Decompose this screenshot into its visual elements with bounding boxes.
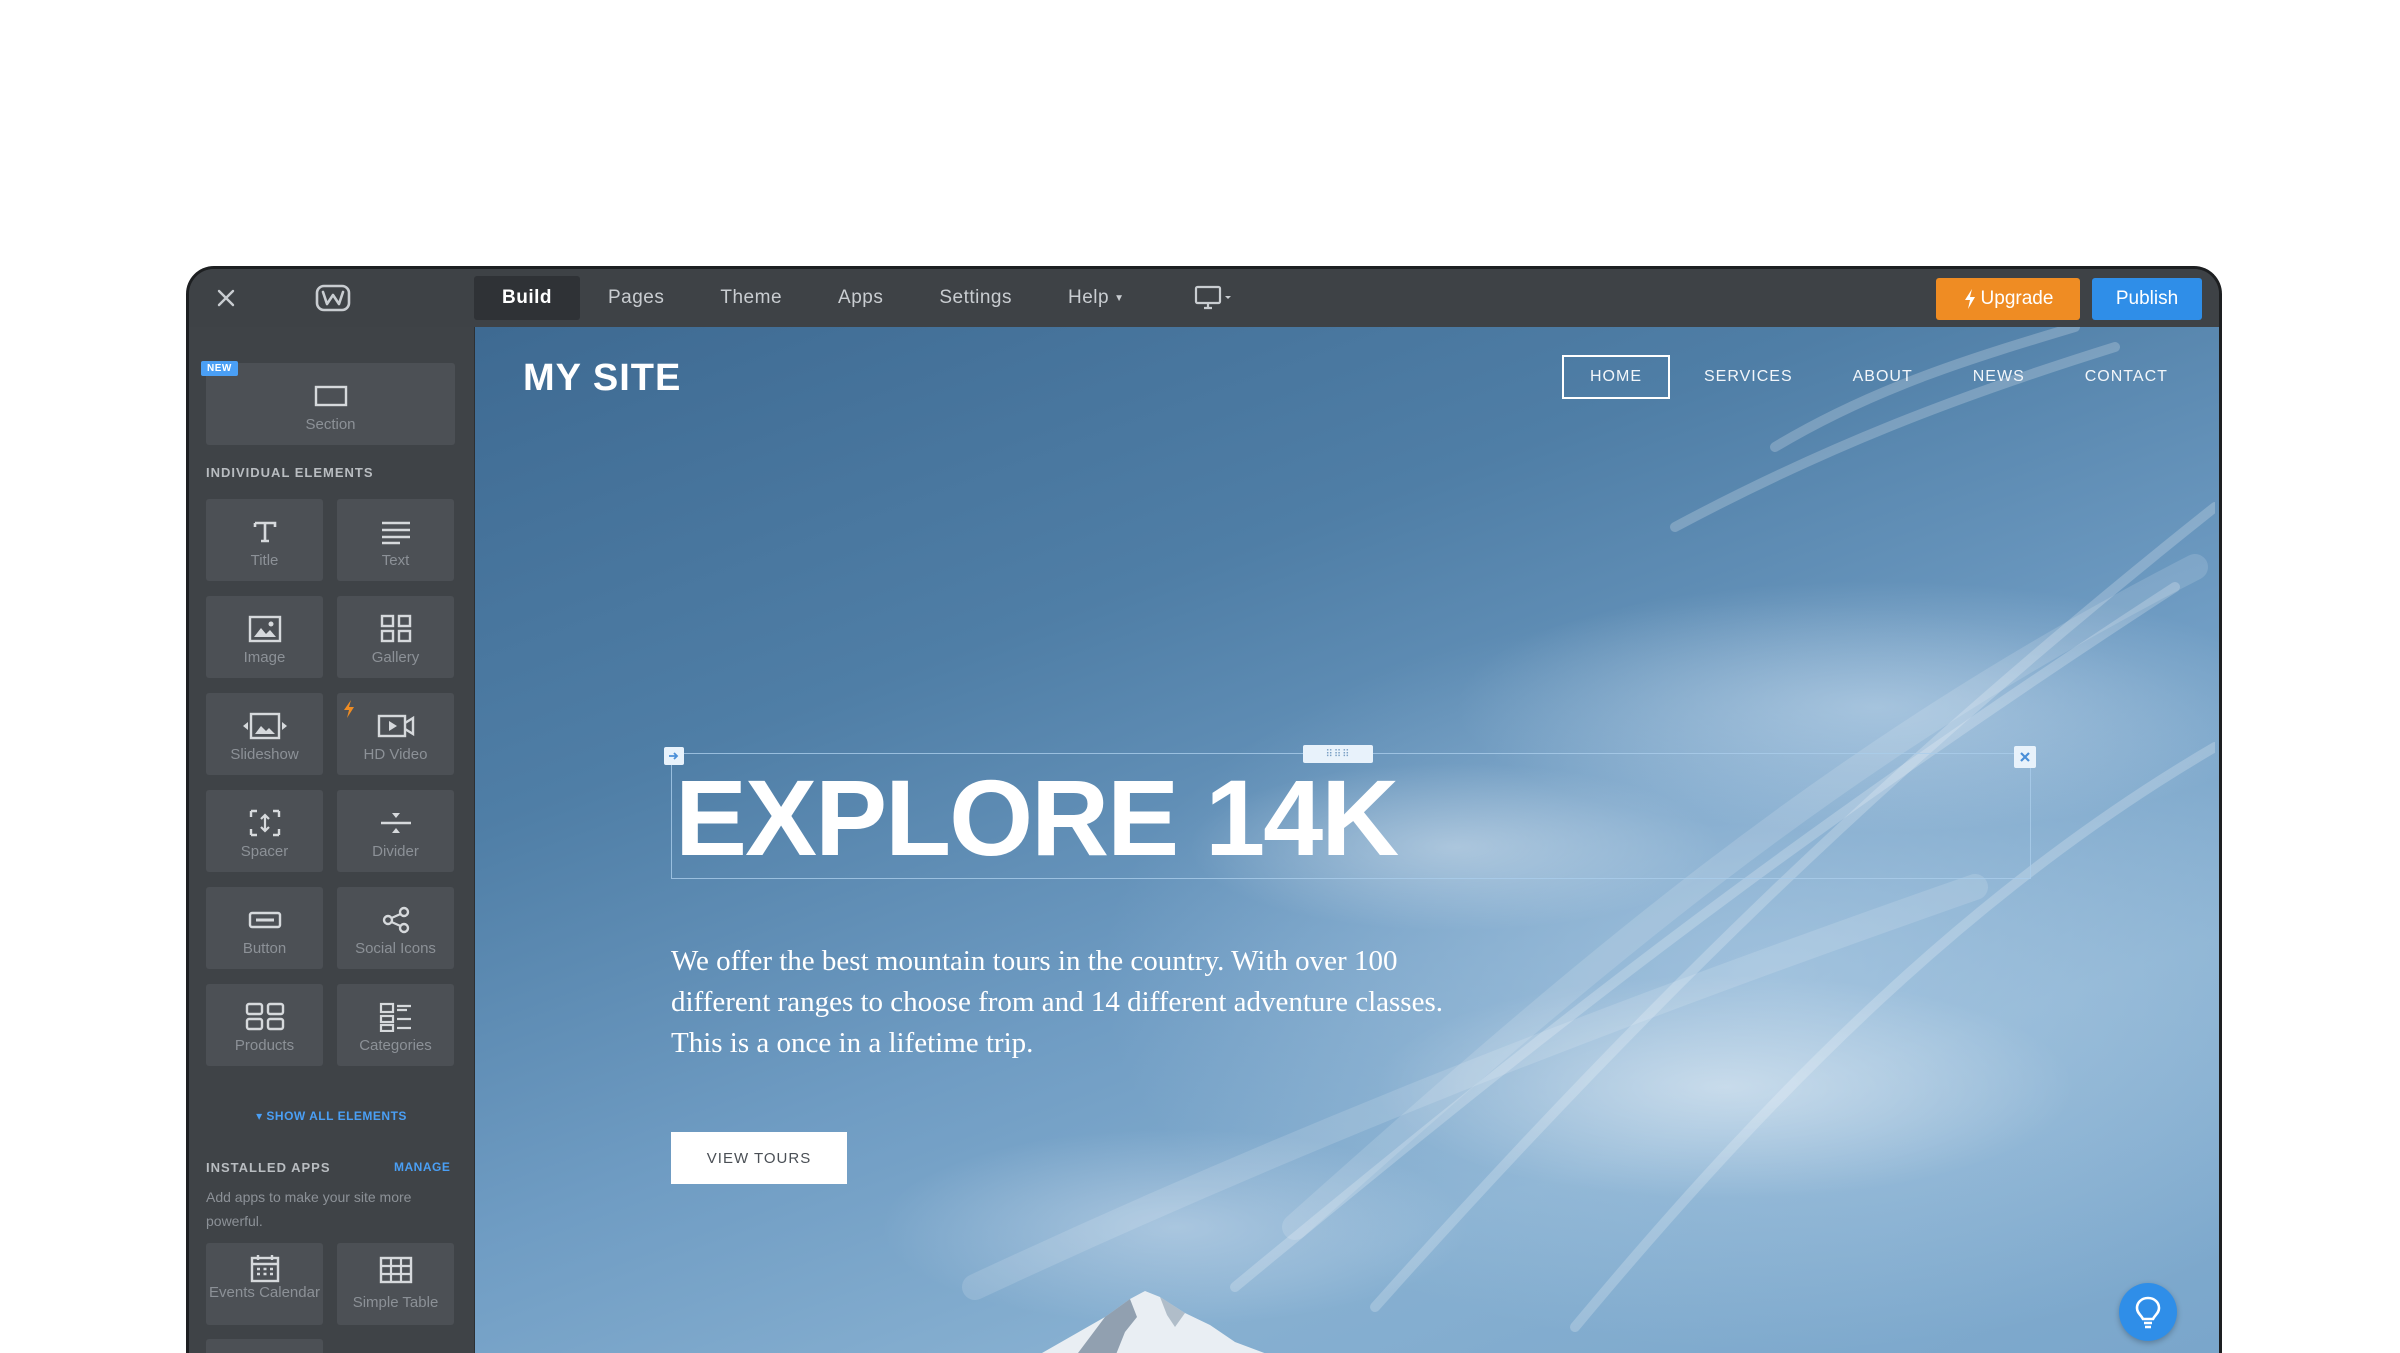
view-tours-button[interactable]: VIEW TOURS: [671, 1132, 847, 1184]
element-button[interactable]: Button: [206, 887, 323, 969]
nav-contact-label: CONTACT: [2084, 368, 2168, 385]
table-icon: [379, 1255, 413, 1285]
tab-apps[interactable]: Apps: [810, 276, 911, 320]
tab-settings[interactable]: Settings: [911, 276, 1040, 320]
tab-theme[interactable]: Theme: [692, 276, 810, 320]
tab-settings-label: Settings: [939, 287, 1012, 308]
tab-build[interactable]: Build: [474, 276, 580, 320]
title-icon: [252, 517, 278, 547]
nav-contact[interactable]: CONTACT: [2059, 355, 2194, 399]
show-all-label: SHOW ALL ELEMENTS: [266, 1109, 407, 1123]
element-gallery[interactable]: Gallery: [337, 596, 454, 678]
element-hd-video-label: HD Video: [363, 746, 428, 763]
close-icon[interactable]: [209, 281, 243, 315]
divider-icon: [379, 808, 413, 838]
element-title[interactable]: Title: [206, 499, 323, 581]
element-categories-label: Categories: [359, 1037, 432, 1054]
share-icon: [381, 905, 411, 935]
tab-apps-label: Apps: [838, 287, 884, 308]
view-tours-label: VIEW TOURS: [706, 1149, 812, 1167]
element-divider-label: Divider: [372, 843, 419, 860]
element-social-icons-label: Social Icons: [355, 940, 436, 957]
manage-apps-link[interactable]: MANAGE: [394, 1160, 450, 1174]
tab-help-label: Help: [1067, 287, 1110, 308]
nav-about[interactable]: ABOUT: [1827, 355, 1939, 399]
show-all-elements-link[interactable]: ▾ SHOW ALL ELEMENTS: [189, 1109, 474, 1123]
publish-button[interactable]: Publish: [2092, 278, 2202, 320]
tab-theme-label: Theme: [720, 287, 783, 308]
tab-help[interactable]: Help ▼: [1040, 276, 1152, 320]
element-title-label: Title: [250, 552, 279, 569]
slideshow-icon: [241, 711, 289, 741]
nav-services[interactable]: SERVICES: [1678, 355, 1819, 399]
element-social-icons[interactable]: Social Icons: [337, 887, 454, 969]
lightbulb-icon[interactable]: [2119, 1283, 2177, 1341]
calendar-icon: [249, 1253, 281, 1283]
individual-elements-heading: INDIVIDUAL ELEMENTS: [206, 465, 374, 480]
lightning-icon: [344, 700, 354, 718]
tab-pages[interactable]: Pages: [580, 276, 692, 320]
element-divider[interactable]: Divider: [337, 790, 454, 872]
site-canvas[interactable]: MY SITE HOME SERVICES ABOUT NEWS CONTACT…: [475, 327, 2219, 1353]
element-spacer-label: Spacer: [240, 843, 289, 860]
nav-about-label: ABOUT: [1852, 368, 1913, 385]
desktop-monitor-icon[interactable]: [1194, 282, 1238, 314]
element-categories[interactable]: Categories: [337, 984, 454, 1066]
image-icon: [248, 614, 282, 644]
app-simple-table-label: Simple Table: [352, 1294, 439, 1311]
spacer-icon: [248, 808, 282, 838]
editor-window: Build Pages Theme Apps Settings Help ▼ Up…: [186, 266, 2222, 1353]
element-gallery-label: Gallery: [371, 649, 420, 666]
element-text-label: Text: [381, 552, 410, 569]
caret-down-icon: ▾: [256, 1109, 267, 1123]
products-icon: [245, 1002, 285, 1032]
app-events-calendar-label: Events Calendar: [209, 1284, 320, 1301]
upgrade-label: Upgrade: [1980, 288, 2054, 309]
nav-home[interactable]: HOME: [1562, 355, 1670, 399]
upgrade-button[interactable]: Upgrade: [1936, 278, 2080, 320]
weebly-logo-icon[interactable]: [313, 281, 353, 315]
add-app-button[interactable]: [206, 1339, 323, 1353]
element-products-label: Products: [234, 1037, 295, 1054]
element-slideshow-label: Slideshow: [230, 746, 299, 763]
element-image[interactable]: Image: [206, 596, 323, 678]
nav-services-label: SERVICES: [1704, 368, 1793, 385]
app-events-calendar[interactable]: Events Calendar: [206, 1243, 323, 1325]
section-icon: [314, 381, 348, 411]
tab-build-label: Build: [502, 287, 552, 308]
mountain-peak-image: [1042, 1291, 1265, 1353]
site-title[interactable]: MY SITE: [523, 357, 681, 400]
apps-description: Add apps to make your site more powerful…: [206, 1189, 412, 1229]
section-element[interactable]: Section: [206, 363, 455, 445]
hd-video-icon: [376, 711, 416, 741]
publish-label: Publish: [2115, 288, 2179, 309]
top-toolbar: Build Pages Theme Apps Settings Help ▼ Up…: [189, 269, 2219, 327]
element-text[interactable]: Text: [337, 499, 454, 581]
lightning-icon: [1964, 289, 1975, 309]
installed-apps-heading: INSTALLED APPS: [206, 1160, 331, 1175]
element-image-label: Image: [243, 649, 286, 666]
site-navigation: HOME SERVICES ABOUT NEWS CONTACT: [1562, 355, 2202, 399]
element-button-label: Button: [242, 940, 287, 957]
element-products[interactable]: Products: [206, 984, 323, 1066]
tab-pages-label: Pages: [608, 287, 665, 308]
hero-description[interactable]: We offer the best mountain tours in the …: [671, 941, 1461, 1064]
categories-icon: [379, 1002, 413, 1032]
nav-news-label: NEWS: [1972, 368, 2025, 385]
nav-news[interactable]: NEWS: [1947, 355, 2051, 399]
text-icon: [380, 517, 412, 547]
element-slideshow[interactable]: Slideshow: [206, 693, 323, 775]
element-spacer[interactable]: Spacer: [206, 790, 323, 872]
delete-element-icon[interactable]: [2014, 746, 2036, 768]
app-simple-table[interactable]: Simple Table: [337, 1243, 454, 1325]
hero-headline[interactable]: EXPLORE 14K: [675, 757, 1399, 879]
caret-down-icon: ▼: [1114, 292, 1125, 304]
gallery-icon: [380, 614, 412, 644]
elements-sidebar: Section NEW INDIVIDUAL ELEMENTS Title Te…: [189, 327, 475, 1353]
nav-home-label: HOME: [1590, 368, 1642, 385]
button-icon: [248, 905, 282, 935]
new-badge: NEW: [201, 361, 238, 376]
section-label: Section: [305, 416, 356, 433]
main-menu: Build Pages Theme Apps Settings Help ▼: [474, 276, 1152, 320]
